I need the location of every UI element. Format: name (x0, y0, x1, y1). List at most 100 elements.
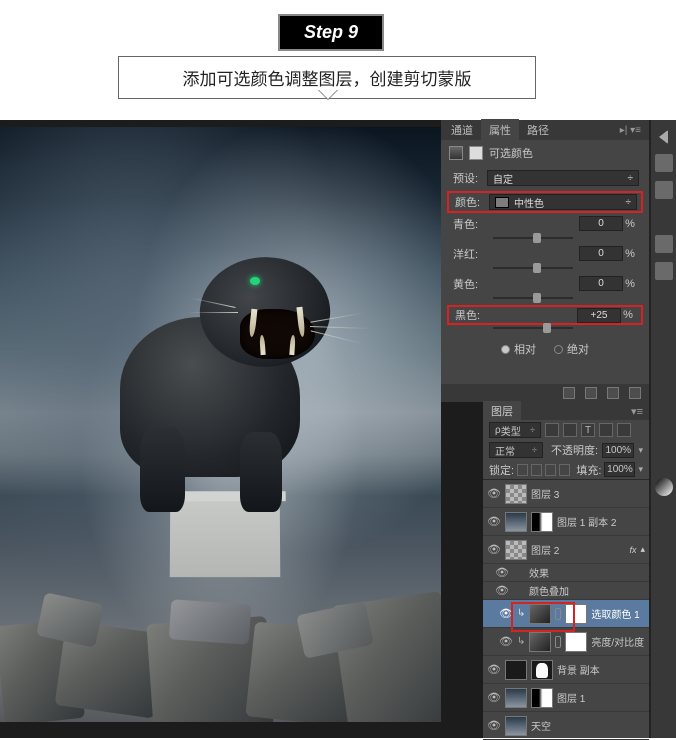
lock-trans-icon[interactable] (517, 464, 528, 476)
layer-row[interactable]: 👁 图层 1 副本 2 (483, 508, 649, 536)
layers-blend-row: 正常÷ 不透明度: 100% ▾ (483, 440, 649, 460)
visibility-icon[interactable]: 👁 (499, 607, 513, 621)
layer-row[interactable]: 👁 ↳ 亮度/对比度 1 (483, 628, 649, 656)
toolbar-icon[interactable] (655, 154, 673, 172)
filter-type-icon[interactable]: T (581, 423, 595, 437)
visibility-icon[interactable]: 👁 (487, 487, 501, 501)
effect-row[interactable]: 👁效果 (483, 564, 649, 582)
cyan-input[interactable]: 0 (579, 216, 623, 231)
lock-pos-icon[interactable] (545, 464, 556, 476)
visibility-icon[interactable]: 👁 (487, 691, 501, 705)
magenta-row: 洋红: 0 % (441, 245, 649, 265)
layer-row-selected[interactable]: 👁 ↳ 选取颜色 1 (483, 600, 649, 628)
collapse-icon[interactable] (659, 130, 668, 144)
clip-icon[interactable] (563, 387, 575, 399)
layer-name: 选取颜色 1 (591, 606, 645, 621)
document-canvas[interactable] (0, 127, 441, 722)
radio-absolute[interactable]: 绝对 (554, 341, 589, 357)
lock-label: 锁定: (489, 462, 514, 478)
layer-thumb (505, 512, 527, 532)
props-footer-icons (441, 384, 649, 402)
color-row-highlight: 颜色: 中性色÷ (447, 191, 643, 213)
cyan-label: 青色: (453, 216, 487, 232)
stone-beast (80, 247, 370, 507)
layer-list: 👁 图层 3 👁 图层 1 副本 2 👁 图层 2 fx ▴ 👁效果 👁颜色叠加 (483, 480, 649, 740)
filter-shape-icon[interactable] (599, 423, 613, 437)
opacity-label: 不透明度: (551, 442, 598, 458)
toolbar-icon[interactable] (655, 478, 673, 496)
magenta-input[interactable]: 0 (579, 246, 623, 261)
adjustment-title-text: 可选颜色 (489, 145, 533, 161)
cyan-slider[interactable] (441, 235, 649, 245)
filter-adj-icon[interactable] (563, 423, 577, 437)
layer-name: 天空 (531, 718, 645, 733)
layer-row[interactable]: 👁 图层 3 (483, 480, 649, 508)
blend-mode-dropdown[interactable]: 正常÷ (489, 442, 543, 458)
opacity-field[interactable]: 100% (602, 443, 634, 458)
lock-all-icon[interactable] (559, 464, 570, 476)
yellow-row: 黄色: 0 % (441, 275, 649, 295)
link-icon[interactable] (555, 636, 561, 648)
visibility-icon[interactable]: 👁 (499, 635, 513, 649)
link-icon[interactable] (555, 608, 561, 620)
preset-row: 预设: 自定÷ (441, 167, 649, 189)
radio-relative[interactable]: 相对 (501, 341, 536, 357)
fx-toggle-icon[interactable]: ▴ (640, 544, 645, 555)
filter-kind-dropdown[interactable]: ρ类型÷ (489, 422, 541, 438)
visibility-icon[interactable]: 👁 (487, 719, 501, 733)
fx-badge[interactable]: fx (629, 545, 636, 555)
black-label: 黑色: (455, 307, 489, 323)
layer-name: 背景 副本 (557, 662, 645, 677)
color-dropdown[interactable]: 中性色÷ (489, 194, 637, 210)
tab-channel[interactable]: 通道 (443, 119, 481, 141)
trash-icon[interactable] (629, 387, 641, 399)
color-swatch (495, 197, 509, 208)
layer-row[interactable]: 👁 天空 (483, 712, 649, 740)
fill-label: 填充: (576, 462, 601, 478)
tab-paths[interactable]: 路径 (519, 119, 557, 141)
layer-thumb (505, 484, 527, 504)
panel-tabs: 通道 属性 路径 ▸| ▾≡ (441, 120, 649, 140)
filter-pxl-icon[interactable] (545, 423, 559, 437)
layers-panel: 图层 ▾≡ ρ类型÷ T 正常÷ 不透明度: 100% ▾ 锁定: 填充: 10 (483, 402, 650, 738)
pct: % (621, 309, 635, 321)
visibility-icon[interactable]: 👁 (487, 515, 501, 529)
layer-mask (531, 688, 553, 708)
reset-icon[interactable] (607, 387, 619, 399)
properties-panel: 通道 属性 路径 ▸| ▾≡ 可选颜色 预设: 自定÷ 颜色: 中性色÷ 青色:… (441, 120, 650, 402)
lock-paint-icon[interactable] (531, 464, 542, 476)
layers-flyout-icon[interactable]: ▾≡ (625, 405, 649, 418)
adjustment-thumb (529, 632, 551, 652)
layer-thumb (505, 688, 527, 708)
magenta-slider[interactable] (441, 265, 649, 275)
black-input[interactable]: +25 (577, 308, 621, 323)
effect-row[interactable]: 👁颜色叠加 (483, 582, 649, 600)
toolbar-icon[interactable] (655, 262, 673, 280)
tab-layers[interactable]: 图层 (483, 401, 521, 421)
yellow-input[interactable]: 0 (579, 276, 623, 291)
layers-gap (441, 402, 483, 738)
right-toolbar (650, 120, 676, 738)
black-slider[interactable] (441, 325, 649, 335)
layer-row[interactable]: 👁 背景 副本 (483, 656, 649, 684)
visibility-icon[interactable]: 👁 (495, 584, 509, 597)
toolbar-icon[interactable] (655, 181, 673, 199)
black-row-highlight: 黑色: +25 % (447, 305, 643, 325)
yellow-slider[interactable] (441, 295, 649, 305)
pct: % (623, 278, 637, 290)
layer-row[interactable]: 👁 图层 1 (483, 684, 649, 712)
toolbar-icon[interactable] (655, 235, 673, 253)
layer-mask (531, 660, 553, 680)
view-prev-icon[interactable] (585, 387, 597, 399)
visibility-icon[interactable]: 👁 (487, 543, 501, 557)
panel-flyout-icon[interactable]: ▸| ▾≡ (614, 125, 647, 136)
tab-properties[interactable]: 属性 (481, 119, 519, 141)
filter-smart-icon[interactable] (617, 423, 631, 437)
clip-arrow-icon: ↳ (517, 608, 525, 619)
layer-name: 图层 1 (557, 690, 645, 705)
fill-field[interactable]: 100% (604, 462, 635, 477)
visibility-icon[interactable]: 👁 (495, 566, 509, 579)
preset-dropdown[interactable]: 自定÷ (487, 170, 639, 186)
visibility-icon[interactable]: 👁 (487, 663, 501, 677)
layer-row[interactable]: 👁 图层 2 fx ▴ (483, 536, 649, 564)
